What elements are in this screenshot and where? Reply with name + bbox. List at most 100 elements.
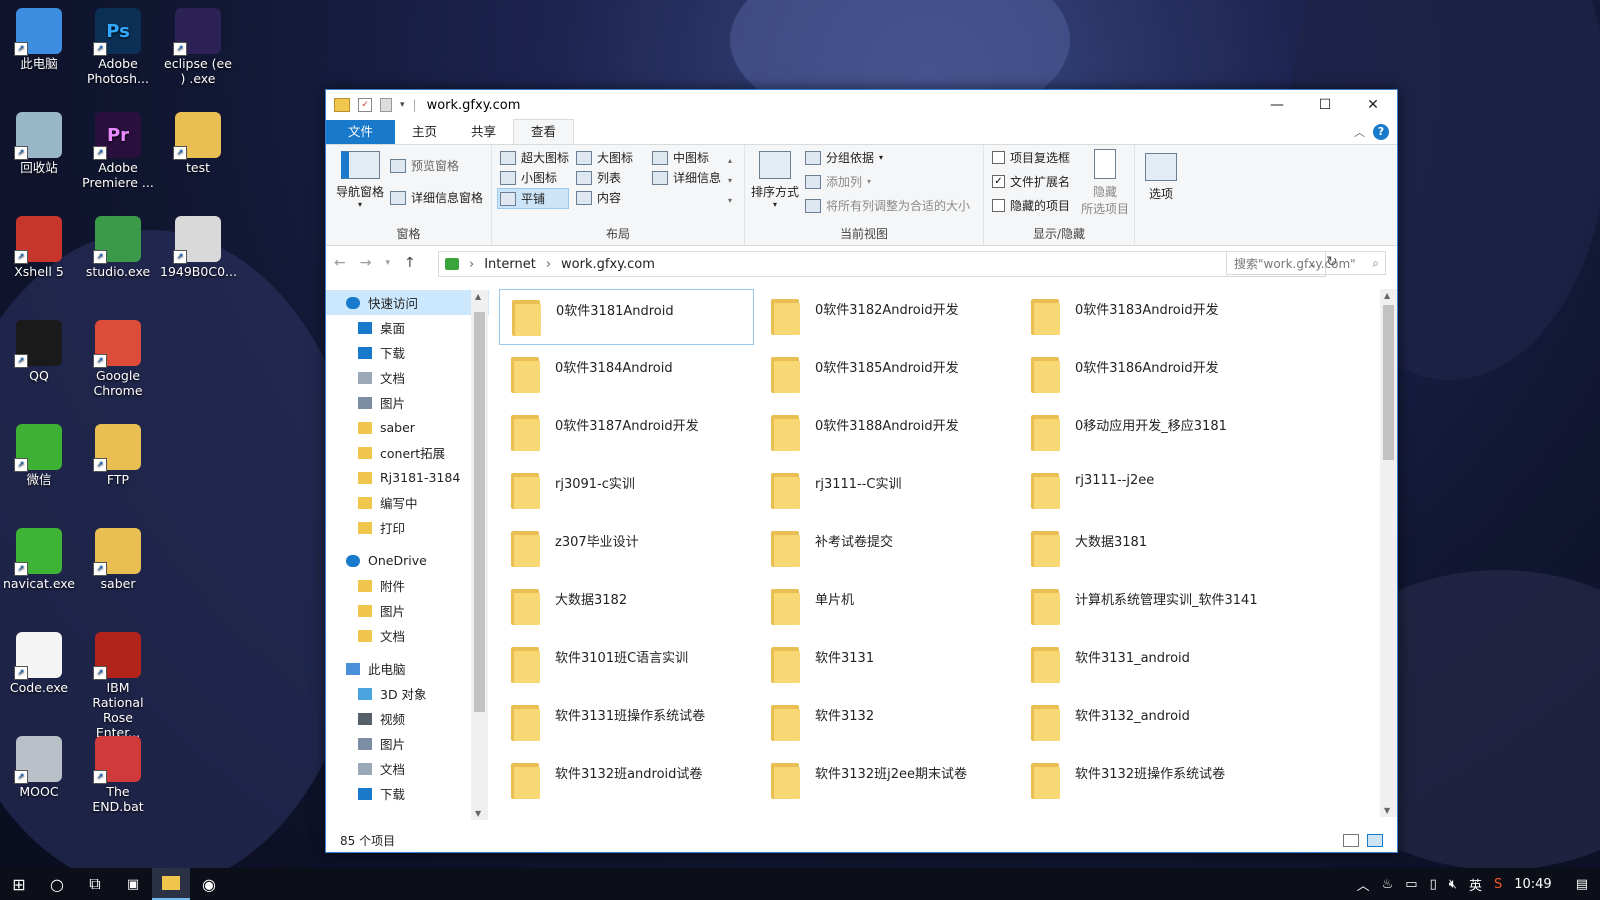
folder-tile[interactable]: 0软件3188Android开发	[759, 405, 1014, 461]
folder-tile[interactable]: 大数据3182	[499, 579, 754, 635]
folder-tile[interactable]: 0移动应用开发_移应3181	[1019, 405, 1274, 461]
close-button[interactable]: ✕	[1349, 90, 1397, 120]
nav-item[interactable]: Rj3181-3184	[326, 465, 489, 490]
details-view-icon[interactable]	[1343, 833, 1359, 847]
show-hidden-icons[interactable]: ︿	[1357, 875, 1370, 894]
navigation-scroll-thumb[interactable]	[474, 312, 485, 712]
nav-item[interactable]: 文档	[326, 623, 489, 648]
nav-item[interactable]: 文档⚲	[326, 365, 489, 390]
folder-tile[interactable]: 0软件3186Android开发	[1019, 347, 1274, 403]
up-button[interactable]: ↑	[404, 255, 416, 271]
layout-small-icons[interactable]: 小图标	[500, 169, 557, 186]
properties-icon[interactable]: ✓	[358, 98, 372, 112]
add-column-button[interactable]: 添加列 ▾	[805, 173, 871, 190]
tab-file[interactable]: 文件	[326, 120, 396, 144]
desktop-icon[interactable]: Ps ↗ Adobe Photosh...	[80, 4, 156, 86]
tab-share[interactable]: 共享	[454, 120, 513, 144]
new-folder-icon[interactable]	[380, 98, 392, 112]
start-button[interactable]: ⊞	[0, 868, 38, 900]
folder-tile[interactable]: 软件3131_android	[1019, 637, 1274, 693]
desktop-icon[interactable]: ↗ 1949B0C0...	[160, 212, 237, 279]
item-checkboxes-checkbox[interactable]	[992, 151, 1005, 164]
desktop-icon[interactable]: ↗ test	[160, 108, 236, 175]
taskbar-app-icon-2[interactable]: ◉	[190, 868, 228, 900]
desktop-icon[interactable]: ↗ navicat.exe	[1, 524, 77, 591]
title-bar[interactable]: ✓ ▾ | work.gfxy.com — ☐ ✕	[326, 90, 1397, 120]
nav-item[interactable]: 桌面⚲	[326, 315, 489, 340]
folder-tile[interactable]: rj3091-c实训	[499, 463, 754, 519]
notification-center-icon[interactable]: ▤	[1576, 877, 1588, 892]
folder-tile[interactable]: 0软件3182Android开发	[759, 289, 1014, 345]
desktop-icon[interactable]: ↗ 此电脑	[1, 4, 77, 71]
nav-item[interactable]: 编写中	[326, 490, 489, 515]
search-icon[interactable]: ⌕	[1372, 256, 1379, 271]
desktop-icon[interactable]: ↗ 回收站	[1, 108, 77, 175]
preview-pane-button[interactable]: 预览窗格	[390, 157, 459, 174]
nav-item[interactable]: 打印	[326, 515, 489, 540]
customize-toolbar-icon[interactable]: ▾	[400, 100, 405, 110]
file-list-scroll-thumb[interactable]	[1383, 305, 1394, 460]
layout-content[interactable]: 内容	[576, 189, 621, 206]
group-by-button[interactable]: 分组依据 ▾	[805, 149, 883, 166]
recent-locations-icon[interactable]: ▾	[385, 258, 390, 268]
file-explorer-taskbar-icon[interactable]	[152, 868, 190, 900]
desktop-icon[interactable]: ↗ IBM Rational Rose Enter...	[80, 628, 156, 740]
nav-item[interactable]: conert拓展	[326, 440, 489, 465]
nav-item[interactable]: 附件	[326, 573, 489, 598]
desktop-icon[interactable]: ↗ Google Chrome	[80, 316, 156, 398]
nav-item[interactable]: 图片	[326, 598, 489, 623]
folder-tile[interactable]: 软件3132班j2ee期末试卷	[759, 753, 1014, 809]
nav-item[interactable]: 此电脑	[326, 656, 489, 681]
desktop-icon[interactable]: ↗ saber	[80, 524, 156, 591]
hidden-items-checkbox[interactable]	[992, 199, 1005, 212]
folder-tile[interactable]: rj3111--j2ee	[1019, 463, 1274, 519]
layout-medium-icons[interactable]: 中图标	[652, 149, 709, 166]
sogou-icon[interactable]: S	[1494, 877, 1502, 892]
desktop-icon[interactable]: ↗ The END.bat	[80, 732, 156, 814]
item-checkboxes-toggle[interactable]: 项目复选框	[992, 149, 1070, 166]
desktop-icon[interactable]: ↗ QQ	[1, 316, 77, 383]
maximize-button[interactable]: ☐	[1301, 90, 1349, 120]
desktop-icon[interactable]: Pr ↗ Adobe Premiere ...	[80, 108, 156, 190]
battery-icon[interactable]: ▯	[1430, 877, 1437, 892]
navigation-pane-button[interactable]: 导航窗格 ▾	[332, 151, 388, 209]
nav-item[interactable]: 图片	[326, 731, 489, 756]
hidden-items-toggle[interactable]: 隐藏的项目	[992, 197, 1070, 214]
details-pane-button[interactable]: 详细信息窗格	[390, 189, 483, 206]
folder-tile[interactable]: rj3111--C实训	[759, 463, 1014, 519]
layout-tiles[interactable]: 平铺	[497, 188, 569, 209]
folder-tile[interactable]: 0软件3185Android开发	[759, 347, 1014, 403]
address-field[interactable]: › Internet › work.gfxy.com ⌄	[438, 251, 1326, 277]
desktop-icon[interactable]: ↗ FTP	[80, 420, 156, 487]
folder-tile[interactable]: 软件3101班C语言实训	[499, 637, 754, 693]
file-explorer-window[interactable]: ✓ ▾ | work.gfxy.com — ☐ ✕ 文件 主页 共享 查看 ︿ …	[325, 89, 1398, 853]
hide-selected-button[interactable]: 隐藏 所选项目	[1078, 149, 1132, 217]
sort-by-button[interactable]: 排序方式 ▾	[749, 151, 801, 209]
nav-item[interactable]: 下载⚲	[326, 340, 489, 365]
folder-tile[interactable]: 补考试卷提交	[759, 521, 1014, 577]
volume-muted-icon[interactable]: 🔇︎	[1449, 877, 1457, 892]
desktop-icon[interactable]: ↗ eclipse (ee ) .exe	[160, 4, 236, 86]
clock[interactable]: 10:49	[1514, 877, 1551, 892]
layout-extra-large-icons[interactable]: 超大图标	[500, 149, 569, 166]
options-button[interactable]: 选项	[1141, 153, 1181, 202]
desktop-icon[interactable]: ↗ 微信	[1, 420, 77, 487]
nav-item[interactable]: 文档	[326, 756, 489, 781]
file-extensions-checkbox[interactable]: ✓	[992, 175, 1005, 188]
minimize-button[interactable]: —	[1253, 90, 1301, 120]
desktop-icon[interactable]: ↗ studio.exe	[80, 212, 156, 279]
nav-item[interactable]: 快速访问	[326, 290, 489, 315]
tray-app-icon[interactable]: ♨	[1382, 877, 1394, 892]
large-icons-view-icon[interactable]	[1367, 833, 1383, 847]
folder-tile[interactable]: 软件3131	[759, 637, 1014, 693]
collapse-ribbon-icon[interactable]: ︿	[1354, 124, 1365, 140]
nav-item[interactable]: 图片⚲	[326, 390, 489, 415]
navigation-pane-scrollbar[interactable]: ▲ ▼	[471, 290, 488, 820]
taskbar-app-icon[interactable]: ▣	[114, 868, 152, 900]
breadcrumb-site[interactable]: work.gfxy.com	[561, 257, 655, 272]
folder-tile[interactable]: 软件3132班android试卷	[499, 753, 754, 809]
fit-columns-button[interactable]: 将所有列调整为合适的大小	[805, 197, 970, 214]
folder-tile[interactable]: 0软件3181Android	[499, 289, 754, 345]
folder-tile[interactable]: 单片机	[759, 579, 1014, 635]
layout-details[interactable]: 详细信息	[652, 169, 721, 186]
